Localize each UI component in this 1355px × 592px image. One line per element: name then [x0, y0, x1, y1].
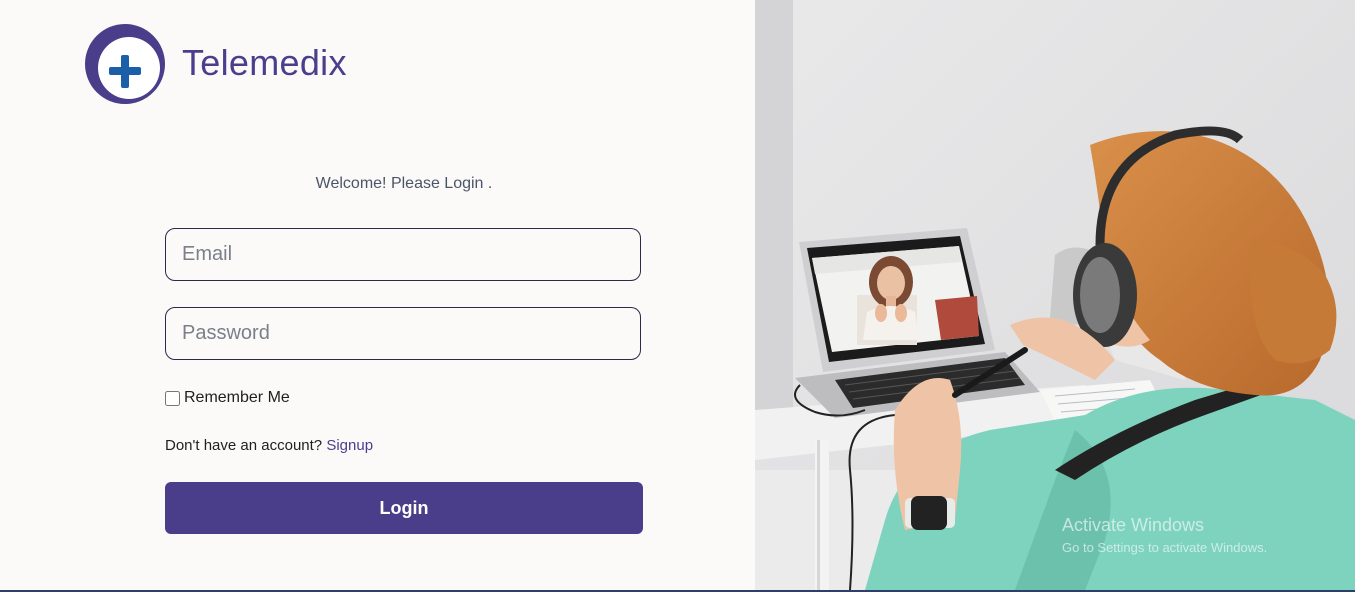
watermark-subtitle: Go to Settings to activate Windows. [1062, 540, 1268, 555]
telemedicine-photo: Activate Windows Go to Settings to activ… [755, 0, 1355, 590]
windows-activation-watermark: Activate Windows Go to Settings to activ… [1062, 515, 1267, 555]
signup-link[interactable]: Signup [326, 437, 373, 454]
welcome-text: Welcome! Please Login . [315, 175, 493, 192]
telemedix-logo [85, 24, 165, 104]
email-input[interactable] [165, 228, 641, 281]
remember-me[interactable]: Remember Me [165, 389, 290, 407]
password-input[interactable] [165, 307, 641, 360]
brand-name: Telemedix [182, 42, 347, 83]
signup-row: Don't have an account? Signup [165, 437, 373, 454]
doctor-video-call-image [755, 0, 1355, 590]
remember-me-checkbox[interactable] [165, 390, 180, 406]
medical-cross-icon [85, 24, 165, 104]
signup-prompt: Don't have an account? [165, 437, 323, 454]
login-button[interactable]: Login [165, 482, 643, 534]
login-panel: Telemedix Welcome! Please Login . Rememb… [0, 0, 755, 590]
remember-me-label: Remember Me [184, 389, 290, 406]
watermark-title: Activate Windows [1062, 515, 1205, 535]
